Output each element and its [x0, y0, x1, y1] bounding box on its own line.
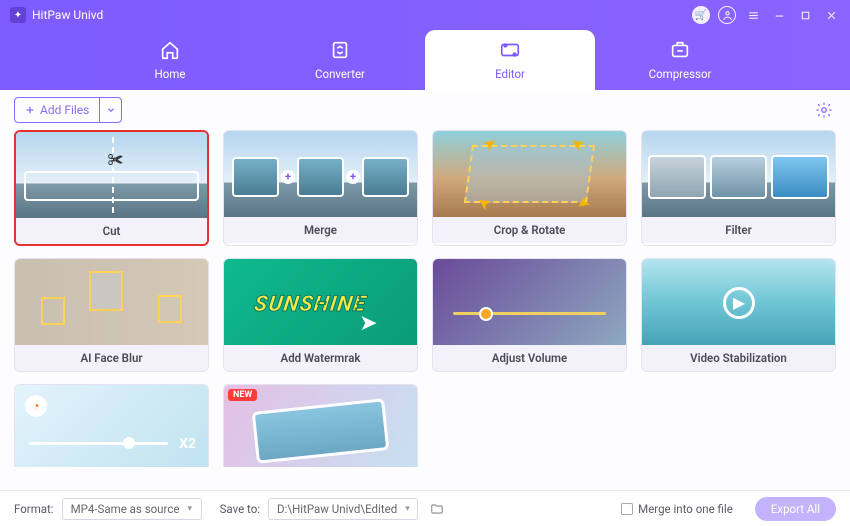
save-to-label: Save to: [220, 502, 260, 516]
footer-bar: Format: MP4-Same as source ▾ Save to: D:… [0, 490, 850, 526]
checkbox-icon [621, 503, 633, 515]
maximize-button[interactable] [792, 2, 818, 28]
plus-icon [25, 105, 35, 115]
tab-label: Editor [495, 67, 525, 81]
home-icon [159, 39, 181, 64]
cursor-icon: ➤ [359, 311, 377, 336]
tab-label: Compressor [649, 67, 712, 81]
compressor-icon [669, 39, 691, 64]
new-badge: NEW [228, 389, 257, 401]
app-icon: ✦ [10, 7, 26, 23]
editor-icon [499, 39, 521, 64]
format-select[interactable]: MP4-Same as source ▾ [62, 498, 202, 520]
tile-new-feature[interactable]: NEW [223, 384, 418, 467]
close-button[interactable] [818, 2, 844, 28]
editor-toolbar: Add Files [0, 90, 850, 130]
tile-label: Adjust Volume [433, 345, 626, 371]
merge-label: Merge into one file [638, 502, 733, 516]
scissors-icon: ✀ [108, 150, 124, 170]
format-label: Format: [14, 502, 54, 516]
save-path-select[interactable]: D:\HitPaw Univd\Edited ▾ [268, 498, 418, 520]
folder-icon [430, 502, 444, 516]
play-icon: ▶ [723, 287, 755, 319]
tile-label: Video Stabilization [642, 345, 835, 371]
titlebar: ✦ HitPaw Univd 🛒 [0, 0, 850, 30]
tile-merge[interactable]: + + Merge [223, 130, 418, 246]
tab-home[interactable]: Home [85, 30, 255, 90]
add-files-dropdown[interactable] [99, 98, 121, 122]
tile-label: AI Face Blur [15, 345, 208, 371]
tile-video-stabilization[interactable]: ▶ Video Stabilization [641, 258, 836, 372]
app-title: HitPaw Univd [32, 8, 103, 22]
format-value: MP4-Same as source [71, 502, 180, 516]
shop-button[interactable]: 🛒 [688, 2, 714, 28]
tile-label: Merge [224, 217, 417, 243]
save-path-value: D:\HitPaw Univd\Edited [277, 502, 397, 516]
tile-crop-rotate[interactable]: ➤ ➤ ➤ ➤ Crop & Rotate [432, 130, 627, 246]
add-files-button[interactable]: Add Files [14, 97, 122, 123]
gear-icon [815, 101, 833, 119]
tile-ai-face-blur[interactable]: AI Face Blur [14, 258, 209, 372]
chevron-down-icon: ▾ [405, 504, 410, 514]
tile-speed[interactable]: ◔ X2 [14, 384, 209, 467]
menu-button[interactable] [740, 2, 766, 28]
tile-label: Cut [16, 218, 207, 244]
tile-filter[interactable]: Filter [641, 130, 836, 246]
add-files-label: Add Files [40, 103, 89, 117]
tab-compressor[interactable]: Compressor [595, 30, 765, 90]
merge-into-one-checkbox[interactable]: Merge into one file [621, 502, 733, 516]
export-all-button[interactable]: Export All [755, 497, 836, 521]
settings-button[interactable] [812, 98, 836, 122]
tile-cut[interactable]: ✀ Cut [14, 130, 209, 246]
tile-add-watermark[interactable]: SUNSHINE ➤ Add Watermrak [223, 258, 418, 372]
tile-label: Add Watermrak [224, 345, 417, 371]
tab-label: Converter [315, 67, 365, 81]
speedometer-icon: ◔ [25, 395, 47, 417]
tab-editor[interactable]: Editor [425, 30, 595, 90]
tile-label: Crop & Rotate [433, 217, 626, 243]
speed-value: X2 [179, 436, 196, 452]
tile-label: Filter [642, 217, 835, 243]
watermark-sample-text: SUNSHINE [252, 292, 368, 317]
export-label: Export All [771, 502, 820, 516]
tile-adjust-volume[interactable]: Adjust Volume [432, 258, 627, 372]
open-folder-button[interactable] [426, 498, 448, 520]
tab-label: Home [155, 67, 186, 81]
converter-icon [329, 39, 351, 64]
editor-tile-grid: ✀ Cut + + Merge ➤ ➤ ➤ ➤ [0, 130, 850, 490]
account-button[interactable] [714, 2, 740, 28]
chevron-down-icon [106, 105, 116, 115]
chevron-down-icon: ▾ [187, 504, 192, 514]
tab-converter[interactable]: Converter [255, 30, 425, 90]
main-tabbar: Home Converter Editor Compressor [0, 30, 850, 90]
minimize-button[interactable] [766, 2, 792, 28]
